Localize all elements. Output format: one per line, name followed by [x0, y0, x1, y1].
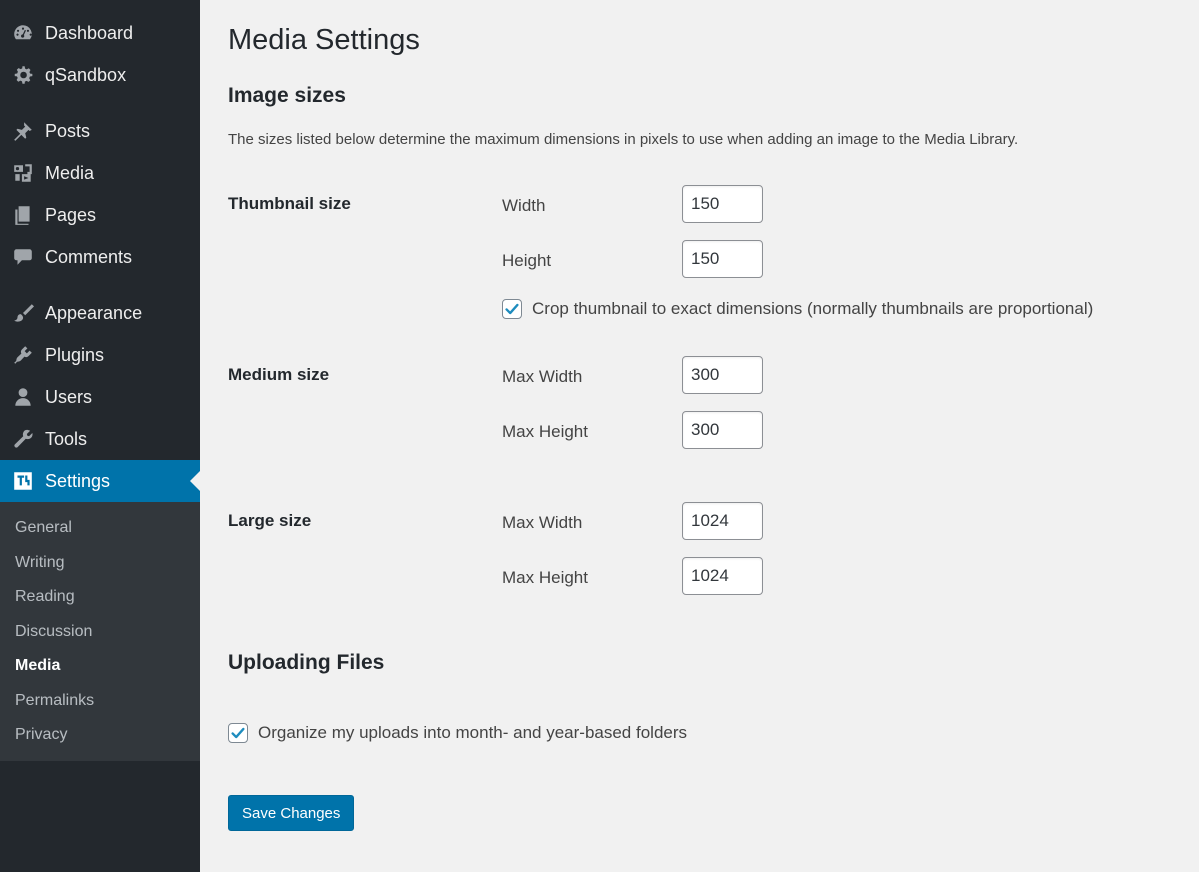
submenu-item-permalinks[interactable]: Permalinks	[0, 684, 200, 719]
wrench-icon	[0, 428, 45, 450]
menu-item-qsandbox[interactable]: qSandbox	[0, 54, 200, 96]
submenu-item-discussion[interactable]: Discussion	[0, 615, 200, 650]
user-icon	[0, 386, 45, 408]
medium-width-label: Max Width	[502, 367, 583, 386]
pushpin-icon	[0, 120, 45, 142]
media-icon	[0, 162, 45, 184]
crop-thumbnail-row: Crop thumbnail to exact dimensions (norm…	[502, 299, 1093, 319]
menu-separator	[0, 96, 200, 110]
admin-sidebar: Dashboard qSandbox Posts Media Pages Com…	[0, 0, 200, 872]
comment-icon	[0, 246, 45, 268]
menu-separator	[0, 278, 200, 292]
menu-item-label: Comments	[45, 246, 133, 267]
menu-item-dashboard[interactable]: Dashboard	[0, 12, 200, 54]
large-width-label: Max Width	[502, 513, 583, 532]
image-sizes-description: The sizes listed below determine the max…	[228, 131, 1019, 148]
uploading-files-heading: Uploading Files	[228, 651, 385, 674]
gear-icon	[0, 64, 45, 86]
menu-item-label: Plugins	[45, 344, 105, 365]
menu-item-posts[interactable]: Posts	[0, 110, 200, 152]
menu-item-label: Posts	[45, 120, 91, 141]
submenu-item-reading[interactable]: Reading	[0, 580, 200, 615]
pages-icon	[0, 204, 45, 226]
checkmark-icon	[231, 727, 245, 739]
thumbnail-width-label: Width	[502, 196, 546, 215]
menu-item-label: Media	[45, 162, 95, 183]
menu-item-pages[interactable]: Pages	[0, 194, 200, 236]
paintbrush-icon	[0, 302, 45, 324]
menu-item-appearance[interactable]: Appearance	[0, 292, 200, 334]
settings-icon	[0, 470, 45, 492]
medium-height-label: Max Height	[502, 422, 588, 441]
large-size-label: Large size	[228, 511, 312, 530]
thumbnail-width-input[interactable]	[682, 185, 763, 223]
settings-submenu: General Writing Reading Discussion Media…	[0, 502, 200, 761]
save-changes-button[interactable]: Save Changes	[228, 795, 355, 831]
image-sizes-heading: Image sizes	[228, 84, 346, 107]
checkmark-icon	[505, 303, 519, 315]
page-title: Media Settings	[228, 24, 420, 56]
menu-item-tools[interactable]: Tools	[0, 418, 200, 460]
thumbnail-size-label: Thumbnail size	[228, 194, 351, 213]
organize-uploads-checkbox[interactable]	[228, 723, 248, 743]
menu-item-users[interactable]: Users	[0, 376, 200, 418]
menu-item-settings[interactable]: Settings	[0, 460, 200, 502]
organize-uploads-label: Organize my uploads into month- and year…	[258, 723, 688, 742]
menu-item-label: Tools	[45, 428, 88, 449]
large-height-input[interactable]	[682, 557, 763, 595]
menu-item-label: Dashboard	[45, 22, 134, 43]
organize-uploads-row: Organize my uploads into month- and year…	[228, 723, 687, 743]
submenu-item-writing[interactable]: Writing	[0, 546, 200, 581]
crop-thumbnail-label: Crop thumbnail to exact dimensions (norm…	[532, 299, 1094, 318]
submenu-item-general[interactable]: General	[0, 511, 200, 546]
medium-height-input[interactable]	[682, 411, 763, 449]
thumbnail-height-label: Height	[502, 251, 552, 270]
menu-item-label: Appearance	[45, 302, 143, 323]
thumbnail-height-input[interactable]	[682, 240, 763, 278]
submenu-item-privacy[interactable]: Privacy	[0, 718, 200, 753]
admin-menu: Dashboard qSandbox Posts Media Pages Com…	[0, 0, 200, 502]
menu-item-label: Settings	[45, 470, 111, 491]
menu-item-label: qSandbox	[45, 64, 127, 85]
large-height-label: Max Height	[502, 568, 588, 587]
menu-item-media[interactable]: Media	[0, 152, 200, 194]
medium-width-input[interactable]	[682, 356, 763, 394]
menu-item-label: Users	[45, 386, 93, 407]
menu-item-plugins[interactable]: Plugins	[0, 334, 200, 376]
submenu-item-media[interactable]: Media	[0, 649, 200, 684]
menu-item-comments[interactable]: Comments	[0, 236, 200, 278]
crop-thumbnail-checkbox[interactable]	[502, 299, 522, 319]
dashboard-icon	[0, 22, 45, 44]
medium-size-label: Medium size	[228, 365, 330, 384]
plugin-icon	[0, 344, 45, 366]
menu-item-label: Pages	[45, 204, 97, 225]
large-width-input[interactable]	[682, 502, 763, 540]
